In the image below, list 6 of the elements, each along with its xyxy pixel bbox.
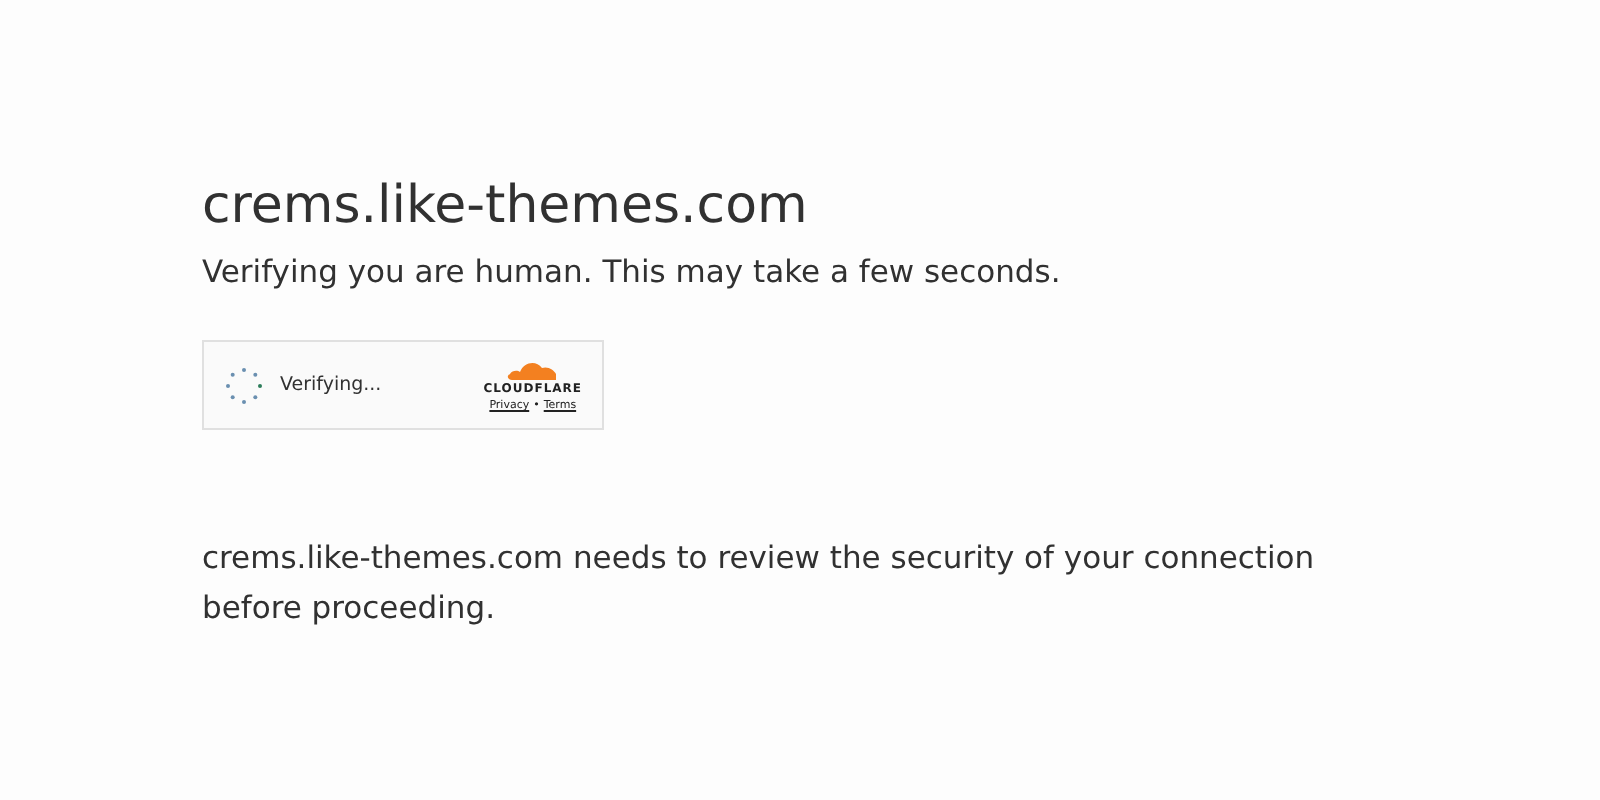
security-message: crems.like-themes.com needs to review the security of your connection before proceeding. <box>202 538 1317 631</box>
cloud-icon <box>506 357 559 380</box>
spinner-icon <box>224 365 264 406</box>
subtitle: Verifying you are human. This may take a few seconds. <box>202 252 1063 295</box>
page-heading: crems.like-themes.com <box>202 176 810 239</box>
status-text: Verifying... <box>280 371 384 400</box>
